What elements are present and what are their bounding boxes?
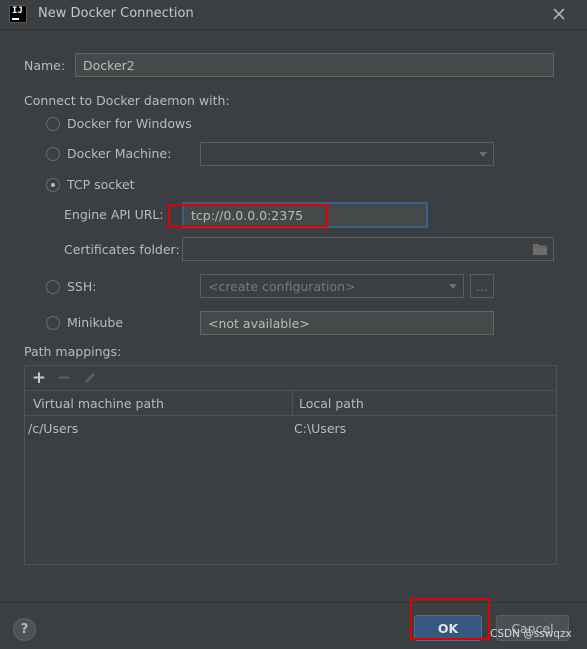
- intellij-app-icon: IJ: [9, 5, 27, 23]
- dialog-title: New Docker Connection: [38, 6, 194, 21]
- ssh-label[interactable]: SSH:: [67, 279, 96, 294]
- minikube-label[interactable]: Minikube: [67, 315, 123, 330]
- ssh-configuration-select[interactable]: <create configuration>: [200, 274, 464, 298]
- title-bar: IJ New Docker Connection: [0, 0, 587, 30]
- vm-path-cell[interactable]: /c/Users: [28, 421, 78, 436]
- app-icon-text: IJ: [12, 6, 23, 16]
- table-header: Virtual machine path Local path: [25, 391, 556, 416]
- tcp-socket-radio[interactable]: [46, 178, 60, 192]
- certificates-folder-input[interactable]: [182, 237, 554, 261]
- docker-machine-label[interactable]: Docker Machine:: [67, 146, 171, 161]
- help-button[interactable]: ?: [13, 618, 36, 641]
- ok-button[interactable]: OK: [414, 615, 482, 641]
- docker-for-windows-radio[interactable]: [46, 117, 60, 131]
- minikube-input[interactable]: <not available>: [200, 311, 494, 335]
- tcp-socket-label[interactable]: TCP socket: [67, 177, 135, 192]
- folder-icon[interactable]: [533, 243, 547, 255]
- column-divider[interactable]: [292, 391, 293, 416]
- column-header-vm-path[interactable]: Virtual machine path: [33, 396, 164, 411]
- certificates-folder-label: Certificates folder:: [64, 242, 180, 257]
- path-mappings-table: + − Virtual machine path Local path /c/U…: [24, 365, 557, 565]
- local-path-cell[interactable]: C:\Users: [294, 421, 346, 436]
- dialog-footer: ? OK Cancel CSDN @sswqzx: [0, 598, 587, 649]
- ssh-browse-button[interactable]: ...: [470, 274, 494, 298]
- engine-api-url-label: Engine API URL:: [64, 207, 164, 222]
- docker-machine-radio[interactable]: [46, 147, 60, 161]
- engine-api-url-input[interactable]: tcp://0.0.0.0:2375: [182, 202, 428, 228]
- column-header-local-path[interactable]: Local path: [299, 396, 364, 411]
- edit-icon[interactable]: [81, 369, 99, 387]
- add-mapping-button[interactable]: +: [30, 368, 48, 388]
- path-mappings-toolbar: + −: [25, 366, 556, 391]
- name-label: Name:: [24, 58, 66, 73]
- docker-machine-select[interactable]: [200, 142, 494, 166]
- name-input[interactable]: Docker2: [75, 53, 554, 77]
- minikube-radio[interactable]: [46, 316, 60, 330]
- chevron-down-icon: [449, 284, 457, 289]
- chevron-down-icon: [479, 152, 487, 157]
- path-mappings-label: Path mappings:: [24, 344, 122, 359]
- remove-mapping-button[interactable]: −: [55, 368, 73, 388]
- ssh-radio[interactable]: [46, 280, 60, 294]
- ssh-configuration-placeholder: <create configuration>: [208, 278, 356, 294]
- table-row[interactable]: /c/Users C:\Users: [25, 417, 556, 439]
- connect-label: Connect to Docker daemon with:: [24, 93, 230, 108]
- watermark: CSDN @sswqzx: [490, 628, 572, 640]
- docker-for-windows-label[interactable]: Docker for Windows: [67, 116, 192, 131]
- close-icon[interactable]: [549, 4, 569, 24]
